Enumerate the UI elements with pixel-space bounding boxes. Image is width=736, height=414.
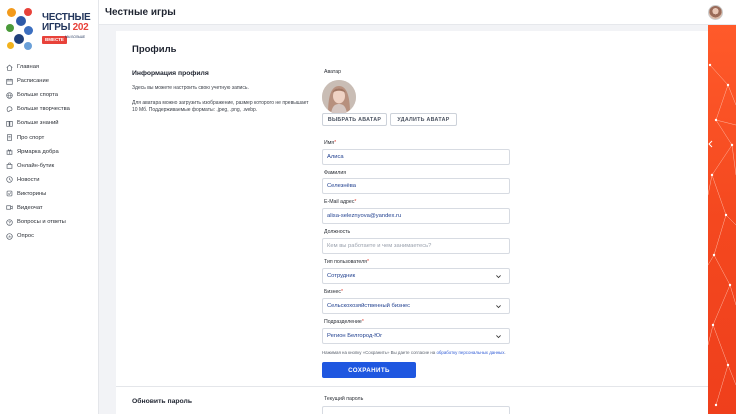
- sidebar-item-label: Главная: [17, 64, 40, 71]
- calendar-icon: [6, 78, 13, 85]
- app-title: Честные игры: [105, 7, 176, 18]
- sidebar-item-quizzes[interactable]: Викторины: [0, 187, 98, 201]
- home-icon: [6, 64, 13, 71]
- sidebar-item-creativity[interactable]: Больше творчества: [0, 102, 98, 116]
- avatar-label: Аватар: [324, 69, 342, 75]
- division-select[interactable]: Регион Белгород-Юг: [322, 328, 510, 344]
- user-type-label: Тип пользователя*: [324, 259, 369, 265]
- logo-year-part2: 2: [83, 22, 89, 33]
- sidebar-item-poll[interactable]: Опрос: [0, 229, 98, 243]
- sidebar-item-schedule[interactable]: Расписание: [0, 74, 98, 88]
- video-icon: [6, 205, 13, 211]
- sidebar-item-sport[interactable]: Больше спорта: [0, 88, 98, 102]
- position-field[interactable]: Кем вы работаете и чем занимаетесь?: [322, 238, 510, 254]
- profile-card: Профиль Информация профиля Здесь вы може…: [116, 31, 708, 414]
- chevron-down-icon: [496, 305, 501, 309]
- page-title: Профиль: [132, 44, 177, 55]
- logo-word-games: ИГРЫ: [42, 22, 71, 33]
- position-label: Должность: [324, 229, 351, 235]
- section-divider: [116, 386, 708, 387]
- logo-title-line2: ИГРЫ 202: [42, 22, 89, 33]
- user-type-select[interactable]: Сотрудник: [322, 268, 510, 284]
- division-label-text: Подразделение: [324, 319, 362, 325]
- sidebar-item-label: Про спорт: [17, 134, 45, 141]
- sidebar-item-home[interactable]: Главная: [0, 60, 98, 74]
- sidebar: ЧЕСТНЫЕ ИГРЫ 202 ВМЕСТЕ МЫ БОЛЬШЕ Главна…: [0, 0, 99, 414]
- last-name-field[interactable]: Селезнёва: [322, 178, 510, 194]
- consent-text-end: .: [504, 350, 506, 355]
- first-name-field[interactable]: Алиса: [322, 149, 510, 165]
- sidebar-item-label: Больше знаний: [17, 120, 59, 127]
- business-value: Сельскохозяйственный бизнес: [327, 303, 411, 309]
- consent-text: Нажимая на кнопку «Сохранить» Вы даете с…: [322, 350, 506, 355]
- current-password-field[interactable]: [322, 406, 510, 414]
- last-name-label: Фамилия: [324, 170, 347, 176]
- sidebar-item-label: Больше спорта: [17, 92, 58, 99]
- sidebar-item-label: Ярмарка добра: [17, 148, 59, 155]
- logo-subtitle: МЫ БОЛЬШЕ: [65, 35, 86, 39]
- bag-icon: [6, 162, 13, 169]
- email-field[interactable]: alisa-seleznyova@yandex.ru: [322, 208, 510, 224]
- chevron-down-icon: [496, 275, 501, 279]
- help-icon: [6, 218, 13, 226]
- email-label: E-Mail адрес*: [324, 199, 357, 205]
- sidebar-item-news[interactable]: Новости: [0, 173, 98, 187]
- avatar-image: [322, 80, 356, 114]
- top-header: Честные игры: [99, 0, 736, 25]
- division-label: Подразделение*: [324, 319, 364, 325]
- consent-text-main: Нажимая на кнопку «Сохранить» Вы даете с…: [322, 350, 437, 355]
- logo[interactable]: ЧЕСТНЫЕ ИГРЫ 202 ВМЕСТЕ МЫ БОЛЬШЕ: [4, 4, 96, 56]
- logo-year-part1: 20: [72, 22, 84, 33]
- sidebar-item-videochat[interactable]: Видеочат: [0, 201, 98, 215]
- current-password-label: Текущий пароль: [324, 396, 364, 402]
- document-icon: [7, 134, 12, 141]
- first-name-label-text: Имя: [324, 140, 335, 146]
- sidebar-item-knowledge[interactable]: Больше знаний: [0, 116, 98, 130]
- palette-icon: [6, 106, 13, 112]
- avatar-portrait-icon: [322, 80, 356, 114]
- sidebar-item-label: Видеочат: [17, 204, 43, 211]
- section-title-update-password: Обновить пароль: [132, 398, 193, 405]
- avatar-requirements-text: Для аватара можно загрузить изображение,…: [132, 100, 309, 113]
- sidebar-item-label: Расписание: [17, 78, 49, 85]
- logo-badge: ВМЕСТЕ: [42, 36, 67, 44]
- section-description: Здесь вы можете настроить свою учетную з…: [132, 85, 249, 91]
- sidebar-item-online-boutique[interactable]: Онлайн-бутик: [0, 159, 98, 173]
- quiz-icon: [6, 191, 13, 197]
- sidebar-item-label: Онлайн-бутик: [17, 162, 55, 169]
- gift-icon: [6, 149, 13, 155]
- logo-year: 202: [73, 22, 89, 33]
- sidebar-item-label: Викторины: [17, 190, 47, 197]
- poll-icon: [6, 233, 13, 240]
- section-title-profile-info: Информация профиля: [132, 70, 209, 77]
- email-label-text: E-Mail адрес: [324, 199, 355, 205]
- news-icon: [6, 176, 13, 183]
- business-label-text: Бизнес: [324, 289, 342, 295]
- sidebar-nav: Главная Расписание Больше спорта Больше …: [0, 60, 98, 243]
- save-button[interactable]: СОХРАНИТЬ: [322, 362, 416, 378]
- ball-icon: [6, 92, 13, 99]
- delete-avatar-button[interactable]: УДАЛИТЬ АВАТАР: [390, 113, 457, 126]
- user-type-value: Сотрудник: [327, 273, 356, 279]
- sidebar-item-faq[interactable]: Вопросы и ответы: [0, 215, 98, 229]
- first-name-label: Имя*: [324, 140, 337, 146]
- book-icon: [6, 120, 13, 127]
- sidebar-item-about-sport[interactable]: Про спорт: [0, 130, 98, 144]
- user-type-label-text: Тип пользователя: [324, 259, 367, 265]
- sidebar-item-label: Вопросы и ответы: [17, 219, 66, 226]
- division-value: Регион Белгород-Юг: [327, 333, 383, 339]
- sidebar-item-label: Новости: [17, 176, 40, 183]
- personal-data-link[interactable]: обработку персональных данных: [436, 350, 504, 355]
- sidebar-item-label: Больше творчества: [17, 106, 70, 113]
- business-label: Бизнес*: [324, 289, 344, 295]
- decorative-panel: [708, 25, 736, 414]
- sidebar-item-label: Опрос: [17, 233, 34, 240]
- network-pattern-icon: [708, 63, 736, 407]
- user-avatar-button[interactable]: [708, 5, 723, 20]
- choose-avatar-button[interactable]: ВЫБРАТЬ АВАТАР: [322, 113, 387, 126]
- business-select[interactable]: Сельскохозяйственный бизнес: [322, 298, 510, 314]
- chevron-down-icon: [496, 335, 501, 339]
- sidebar-item-charity-fair[interactable]: Ярмарка добра: [0, 145, 98, 159]
